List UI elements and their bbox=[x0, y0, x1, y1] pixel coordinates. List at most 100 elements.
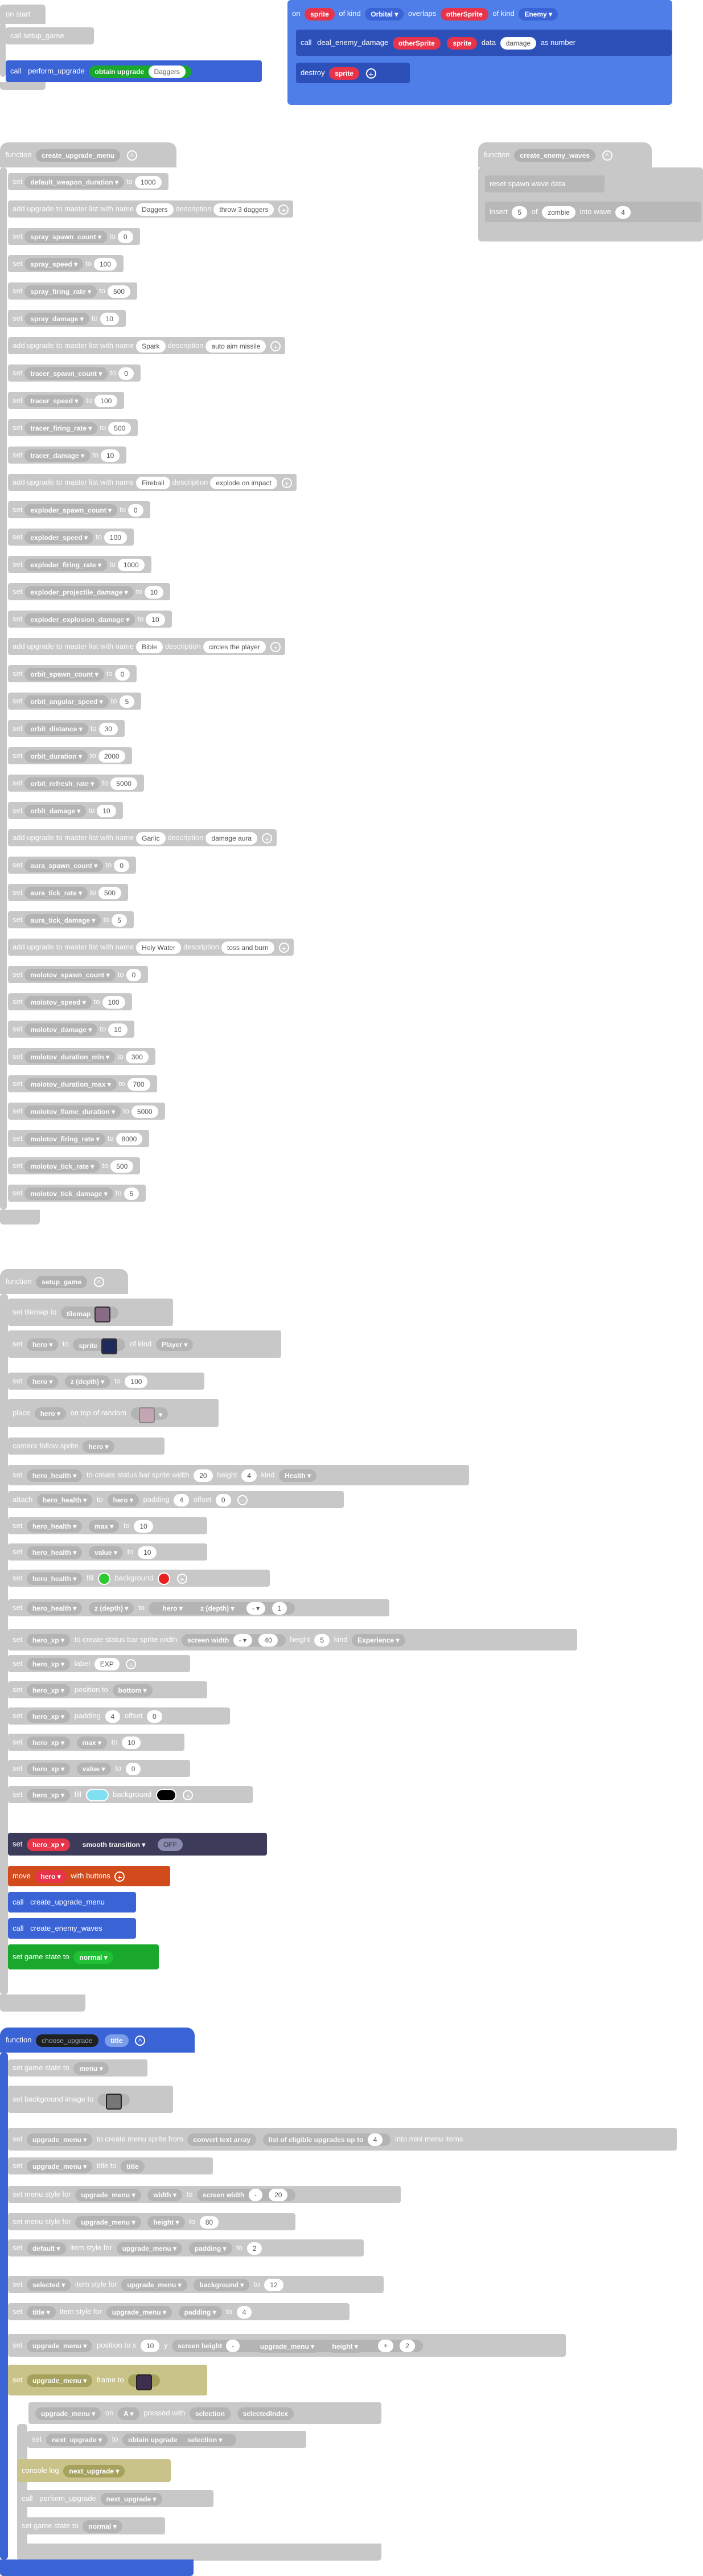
hero-xp-var-h12[interactable]: hero_xp ▾ bbox=[26, 1657, 71, 1670]
convert-text-block[interactable]: convert text array bbox=[187, 2133, 257, 2146]
number-value[interactable]: 5 bbox=[112, 914, 127, 927]
set-variable-row[interactable]: set aura_spawn_count ▾ to 0 bbox=[8, 857, 136, 874]
set-variable-row[interactable]: set orbit_angular_speed ▾ to 5 bbox=[8, 693, 142, 710]
number-value[interactable]: 500 bbox=[110, 1160, 134, 1173]
destroy-sprite-var[interactable]: sprite bbox=[329, 67, 359, 80]
variable-dropdown[interactable]: default_weapon_duration ▾ bbox=[24, 175, 125, 189]
insert-row[interactable]: insert 5 of zombie into wave 4 bbox=[485, 202, 701, 222]
number-value[interactable]: 1000 bbox=[117, 558, 145, 571]
upgrade-menu-var-c6[interactable]: upgrade_menu ▾ bbox=[121, 2278, 187, 2291]
add-arg-icon[interactable]: + bbox=[365, 68, 376, 79]
div-op-c8[interactable]: ÷ bbox=[378, 2340, 393, 2353]
number-value[interactable]: 2000 bbox=[98, 750, 125, 763]
max-prop-h7[interactable]: max ▾ bbox=[88, 1520, 120, 1533]
upgrade-menu-var-c10[interactable]: upgrade_menu ▾ bbox=[35, 2407, 101, 2420]
max-value-h15[interactable]: 10 bbox=[122, 1736, 141, 1749]
value-value-h16[interactable]: 0 bbox=[125, 1762, 141, 1775]
bottom-value[interactable]: bottom ▾ bbox=[112, 1684, 153, 1697]
offset-value-h14[interactable]: 0 bbox=[147, 1710, 162, 1723]
hero-health-var-h7[interactable]: hero_health ▾ bbox=[26, 1520, 83, 1533]
add-upgrade-row[interactable]: add upgrade to master list with name Fire… bbox=[8, 474, 297, 491]
set-game-state-row[interactable]: set game state to normal ▾ bbox=[8, 1944, 159, 1969]
bar-width-value[interactable]: 20 bbox=[194, 1469, 213, 1482]
variable-dropdown[interactable]: molotov_flame_duration ▾ bbox=[24, 1105, 121, 1118]
twelve-value[interactable]: 12 bbox=[264, 2278, 283, 2291]
variable-dropdown[interactable]: spray_spawn_count ▾ bbox=[24, 230, 108, 243]
upgrade-menu-var-c5[interactable]: upgrade_menu ▾ bbox=[116, 2242, 182, 2255]
health-max-row[interactable]: set hero_health ▾ max ▾ to 10 bbox=[8, 1517, 207, 1534]
sprite-block[interactable]: sprite bbox=[73, 1338, 126, 1354]
add-arg-icon[interactable]: + bbox=[270, 341, 281, 351]
number-value[interactable]: 10 bbox=[144, 585, 163, 599]
zdepth-prop-h10[interactable]: z (depth) ▾ bbox=[88, 1602, 134, 1615]
set-variable-row[interactable]: set molotov_tick_damage ▾ to 5 bbox=[8, 1185, 146, 1202]
tilemap-value[interactable]: tilemap bbox=[60, 1306, 119, 1322]
cu-set-next-upgrade-row[interactable]: set next_upgrade ▾ to obtain upgrade sel… bbox=[27, 2431, 306, 2448]
hero-xp-var-h15[interactable]: hero_xp ▾ bbox=[26, 1736, 71, 1749]
setup-game-header[interactable]: function setup_game ^ bbox=[0, 1269, 128, 1294]
minus40-value[interactable]: 40 bbox=[258, 1634, 278, 1647]
variable-dropdown[interactable]: molotov_duration_max ▾ bbox=[24, 1078, 117, 1091]
menu-height-expr[interactable]: upgrade_menu ▾ height ▾ bbox=[246, 2340, 372, 2353]
number-value[interactable]: 5000 bbox=[131, 1105, 158, 1118]
cu-call-perform-row[interactable]: call perform_upgrade next_upgrade ▾ bbox=[17, 2490, 213, 2507]
collapse-icon[interactable]: ^ bbox=[126, 150, 137, 161]
bar-height-value[interactable]: 4 bbox=[241, 1469, 257, 1482]
xp-fill-row[interactable]: set hero_xp ▾ fill background + bbox=[8, 1786, 253, 1803]
number-value[interactable]: 5 bbox=[124, 1187, 139, 1200]
height-prop-c4[interactable]: height ▾ bbox=[147, 2215, 185, 2229]
upgrade-menu-var-c7[interactable]: upgrade_menu ▾ bbox=[106, 2305, 172, 2319]
add-upgrade-row[interactable]: add upgrade to master list with name Dagg… bbox=[8, 200, 294, 218]
value-prop-h16[interactable]: value ▾ bbox=[76, 1762, 111, 1775]
menu-state[interactable]: menu ▾ bbox=[73, 2062, 109, 2075]
hero-var-h1[interactable]: hero ▾ bbox=[26, 1338, 59, 1351]
player-kind[interactable]: Player ▾ bbox=[156, 1338, 194, 1351]
set-variable-row[interactable]: set molotov_tick_rate ▾ to 500 bbox=[8, 1157, 141, 1174]
upgrade-description-value[interactable]: damage aura bbox=[205, 832, 258, 845]
hero-xp-var-h11[interactable]: hero_xp ▾ bbox=[26, 1633, 71, 1647]
set-hero-zdepth-row[interactable]: set hero ▾ z (depth) ▾ to 100 bbox=[8, 1373, 204, 1390]
normal-state-c14[interactable]: normal ▾ bbox=[83, 2520, 122, 2533]
variable-dropdown[interactable]: orbit_distance ▾ bbox=[24, 722, 88, 735]
call-setup-game-row[interactable]: call setup_game bbox=[6, 27, 94, 44]
upgrade-description-value[interactable]: explode on impact bbox=[210, 476, 277, 489]
minus-expression[interactable]: hero ▾ z (depth) ▾ - ▾ 1 bbox=[149, 1602, 295, 1615]
health-kind[interactable]: Health ▾ bbox=[279, 1469, 317, 1482]
number-value[interactable]: 5000 bbox=[110, 777, 137, 790]
zdepth-prop[interactable]: z (depth) ▾ bbox=[64, 1375, 110, 1388]
selection-param[interactable]: selection bbox=[189, 2407, 231, 2420]
selected-index-param[interactable]: selectedIndex bbox=[237, 2407, 294, 2420]
insert-count[interactable]: 5 bbox=[512, 206, 528, 219]
variable-dropdown[interactable]: molotov_firing_rate ▾ bbox=[24, 1132, 105, 1145]
y-expr[interactable]: screen height - upgrade_menu ▾ height ▾ … bbox=[172, 2339, 423, 2353]
variable-dropdown[interactable]: molotov_speed ▾ bbox=[24, 996, 92, 1009]
set-variable-row[interactable]: set spray_damage ▾ to 10 bbox=[8, 310, 126, 327]
hero-health-var-h6[interactable]: hero_health ▾ bbox=[37, 1493, 93, 1506]
camera-follow-row[interactable]: camera follow sprite hero ▾ bbox=[8, 1438, 165, 1455]
screen-width-expr-c3[interactable]: screen width - 20 bbox=[197, 2188, 296, 2202]
number-value[interactable]: 30 bbox=[98, 722, 118, 735]
variable-dropdown[interactable]: orbit_duration ▾ bbox=[24, 750, 88, 763]
on-start-header[interactable]: on start bbox=[0, 5, 46, 24]
remove-arg-icon[interactable]: − bbox=[237, 1494, 248, 1505]
hero-xp-var-h16[interactable]: hero_xp ▾ bbox=[26, 1762, 71, 1775]
number-value[interactable]: 10 bbox=[100, 312, 119, 325]
add-arg-icon-h17[interactable]: + bbox=[183, 1789, 194, 1800]
default-style-c5[interactable]: default ▾ bbox=[26, 2242, 66, 2255]
set-variable-row[interactable]: set orbit_distance ▾ to 30 bbox=[8, 720, 125, 737]
background-prop-c6[interactable]: background ▾ bbox=[194, 2278, 250, 2291]
cu-menu-width-row[interactable]: set menu style for upgrade_menu ▾ width … bbox=[8, 2186, 401, 2203]
destroy-row[interactable]: destroy sprite + bbox=[296, 63, 410, 83]
number-value[interactable]: 0 bbox=[114, 667, 130, 681]
exp-value[interactable]: EXP bbox=[94, 1657, 120, 1670]
number-value[interactable]: 100 bbox=[93, 257, 117, 271]
upgrade-menu-var-c9[interactable]: upgrade_menu ▾ bbox=[26, 2374, 93, 2387]
hero-health-var-h9[interactable]: hero_health ▾ bbox=[26, 1572, 83, 1585]
variable-dropdown[interactable]: exploder_speed ▾ bbox=[24, 531, 94, 544]
set-variable-row[interactable]: set tracer_spawn_count ▾ to 0 bbox=[8, 365, 141, 382]
deal-enemy-damage-row[interactable]: call deal_enemy_damage otherSprite sprit… bbox=[296, 30, 672, 56]
cu-default-padding-row[interactable]: set default ▾ item style for upgrade_men… bbox=[8, 2239, 364, 2256]
two-value-c8[interactable]: 2 bbox=[400, 2340, 415, 2353]
health-zdepth-row[interactable]: set hero_health ▾ z (depth) ▾ to hero ▾ … bbox=[8, 1599, 389, 1616]
height5-value[interactable]: 5 bbox=[314, 1633, 330, 1647]
